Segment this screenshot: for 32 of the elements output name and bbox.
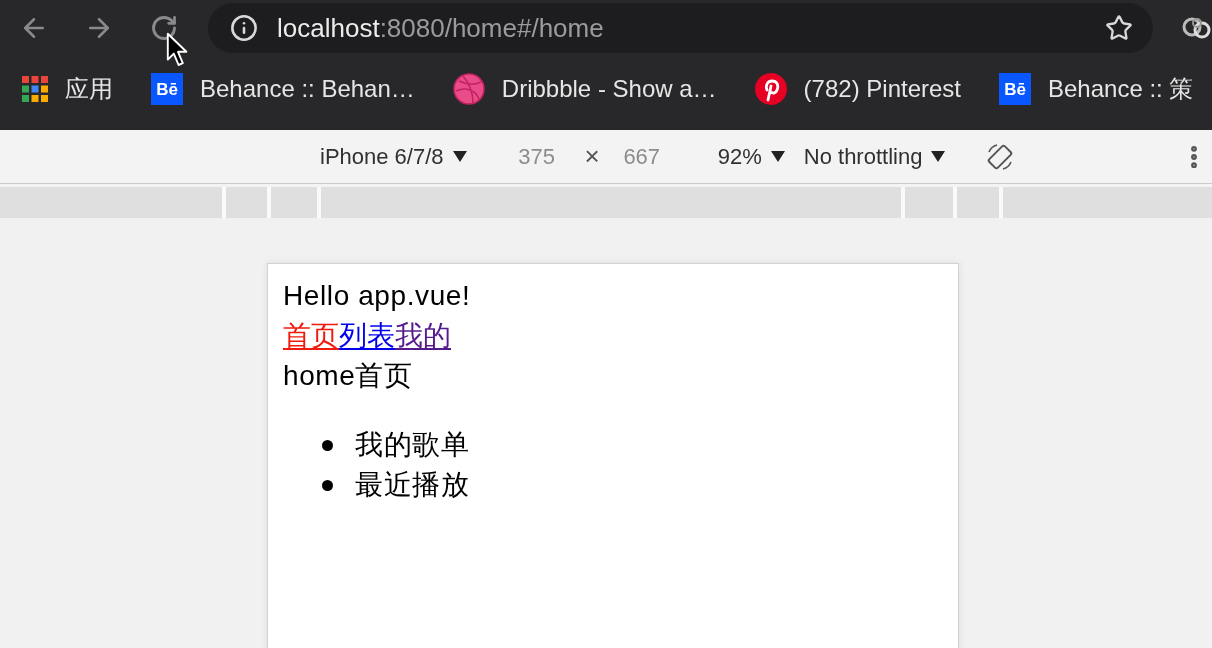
grid-icon [22,76,48,102]
caret-icon [770,151,785,162]
zoom-dropdown[interactable]: 92% [717,143,785,170]
view-title: home首页 [283,359,413,393]
caret-icon [452,151,467,162]
list-item-text: 我的歌单 [355,428,470,462]
logo-tile: Bē [999,73,1031,105]
caret-icon [931,151,946,162]
logo-tile: Bē [151,73,183,105]
cursor-icon [166,32,190,68]
info-icon[interactable] [230,14,258,42]
device-dropdown[interactable]: iPhone 6/7/8 [320,143,467,170]
bookmark-link[interactable]: Dribbble - Show a… [452,73,717,105]
throttling-dropdown[interactable]: No throttling [803,143,946,170]
greeting-text: Hello app.vue! [283,279,471,313]
nav-link[interactable]: 列表 [339,316,395,356]
bullet-icon [322,479,333,491]
url-text: localhost:8080/home#/home [277,12,605,44]
bookmark-link[interactable]: 应用 [22,73,113,105]
bookmark-link[interactable]: Bē Behance :: 策 [999,73,1194,105]
nav-link[interactable]: 首页 [283,316,339,356]
bookmark-link[interactable]: (782) Pinterest [754,73,961,105]
times-sign: × [584,141,600,172]
reload-icon[interactable] [150,14,178,42]
star-icon[interactable] [1105,14,1133,42]
address-bar[interactable]: localhost:8080/home#/home [208,3,1153,53]
list-item-text: 最近播放 [355,468,470,502]
ball-icon [452,73,485,105]
bookmark-link[interactable]: Bē Behance :: Behan… [151,73,415,105]
pin-logo-icon [754,73,787,105]
bullet-icon [322,439,333,451]
nav-link[interactable]: 我的 [395,316,451,356]
